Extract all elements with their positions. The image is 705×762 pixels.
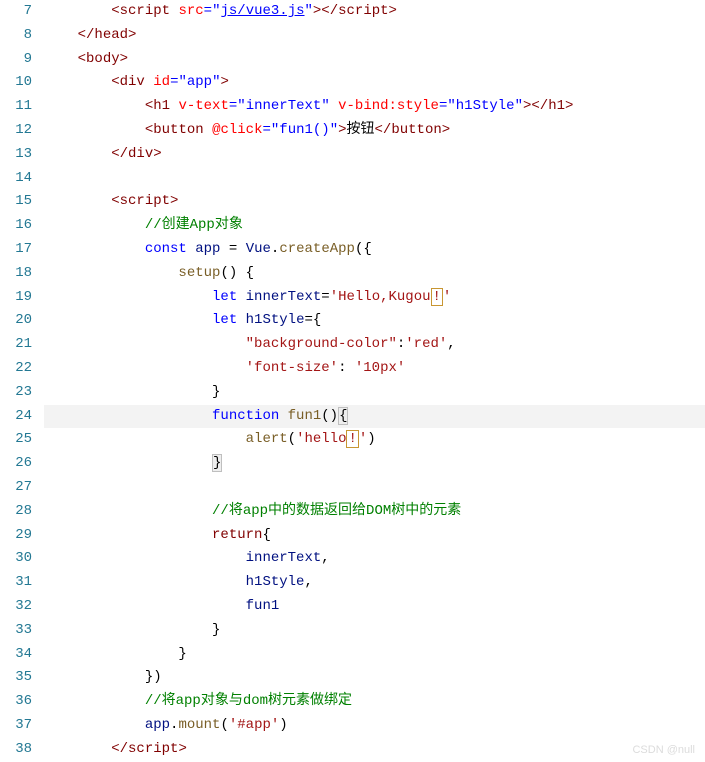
code-line: <body> <box>44 48 705 72</box>
line-number: 10 <box>0 71 32 95</box>
line-number: 25 <box>0 428 32 452</box>
code-line <box>44 476 705 500</box>
code-line: let h1Style={ <box>44 309 705 333</box>
line-number: 38 <box>0 738 32 762</box>
code-line: h1Style, <box>44 571 705 595</box>
code-line: //创建App对象 <box>44 214 705 238</box>
line-number: 9 <box>0 48 32 72</box>
line-number: 22 <box>0 357 32 381</box>
code-line: }) <box>44 666 705 690</box>
line-number: 24 <box>0 405 32 429</box>
code-line: <script src="js/vue3.js"></script> <box>44 0 705 24</box>
line-number: 36 <box>0 690 32 714</box>
code-line: } <box>44 381 705 405</box>
line-number: 28 <box>0 500 32 524</box>
code-line: app.mount('#app') <box>44 714 705 738</box>
code-line: } <box>44 643 705 667</box>
line-number-gutter: 7891011121314151617181920212223242526272… <box>0 0 44 762</box>
code-line: <script> <box>44 190 705 214</box>
code-line: } <box>44 619 705 643</box>
bracket-match-open: { <box>338 407 348 425</box>
code-line: </head> <box>44 24 705 48</box>
code-line: const app = Vue.createApp({ <box>44 238 705 262</box>
code-editor[interactable]: 7891011121314151617181920212223242526272… <box>0 0 705 762</box>
line-number: 34 <box>0 643 32 667</box>
line-number: 18 <box>0 262 32 286</box>
line-number: 35 <box>0 666 32 690</box>
line-number: 23 <box>0 381 32 405</box>
line-number: 37 <box>0 714 32 738</box>
code-line: return{ <box>44 524 705 548</box>
code-line: 'font-size': '10px' <box>44 357 705 381</box>
code-line-current: function fun1(){ <box>44 405 705 429</box>
code-line: innerText, <box>44 547 705 571</box>
line-number: 30 <box>0 547 32 571</box>
watermark: CSDN @null <box>632 744 695 756</box>
line-number: 33 <box>0 619 32 643</box>
code-line: </script> <box>44 738 705 762</box>
line-number: 14 <box>0 167 32 191</box>
line-number: 16 <box>0 214 32 238</box>
line-number: 21 <box>0 333 32 357</box>
line-number: 12 <box>0 119 32 143</box>
line-number: 7 <box>0 0 32 24</box>
code-line: </div> <box>44 143 705 167</box>
code-line: alert('hello!') <box>44 428 705 452</box>
code-line: "background-color":'red', <box>44 333 705 357</box>
code-line: <div id="app"> <box>44 71 705 95</box>
code-area[interactable]: <script src="js/vue3.js"></script> </hea… <box>44 0 705 762</box>
code-line <box>44 167 705 191</box>
code-line: setup() { <box>44 262 705 286</box>
line-number: 29 <box>0 524 32 548</box>
line-number: 19 <box>0 286 32 310</box>
bracket-match-close: } <box>212 454 222 472</box>
code-line: <button @click="fun1()">按钮</button> <box>44 119 705 143</box>
line-number: 8 <box>0 24 32 48</box>
code-line: } <box>44 452 705 476</box>
line-number: 15 <box>0 190 32 214</box>
code-line: fun1 <box>44 595 705 619</box>
line-number: 20 <box>0 309 32 333</box>
code-line: let innerText='Hello,Kugou!' <box>44 286 705 310</box>
highlight-char-box: ! <box>346 430 358 448</box>
line-number: 32 <box>0 595 32 619</box>
code-line: <h1 v-text="innerText" v-bind:style="h1S… <box>44 95 705 119</box>
line-number: 27 <box>0 476 32 500</box>
line-number: 31 <box>0 571 32 595</box>
highlight-char-box: ! <box>431 288 443 306</box>
code-line: //将app对象与dom树元素做绑定 <box>44 690 705 714</box>
line-number: 13 <box>0 143 32 167</box>
line-number: 26 <box>0 452 32 476</box>
code-line: //将app中的数据返回给DOM树中的元素 <box>44 500 705 524</box>
line-number: 11 <box>0 95 32 119</box>
line-number: 17 <box>0 238 32 262</box>
